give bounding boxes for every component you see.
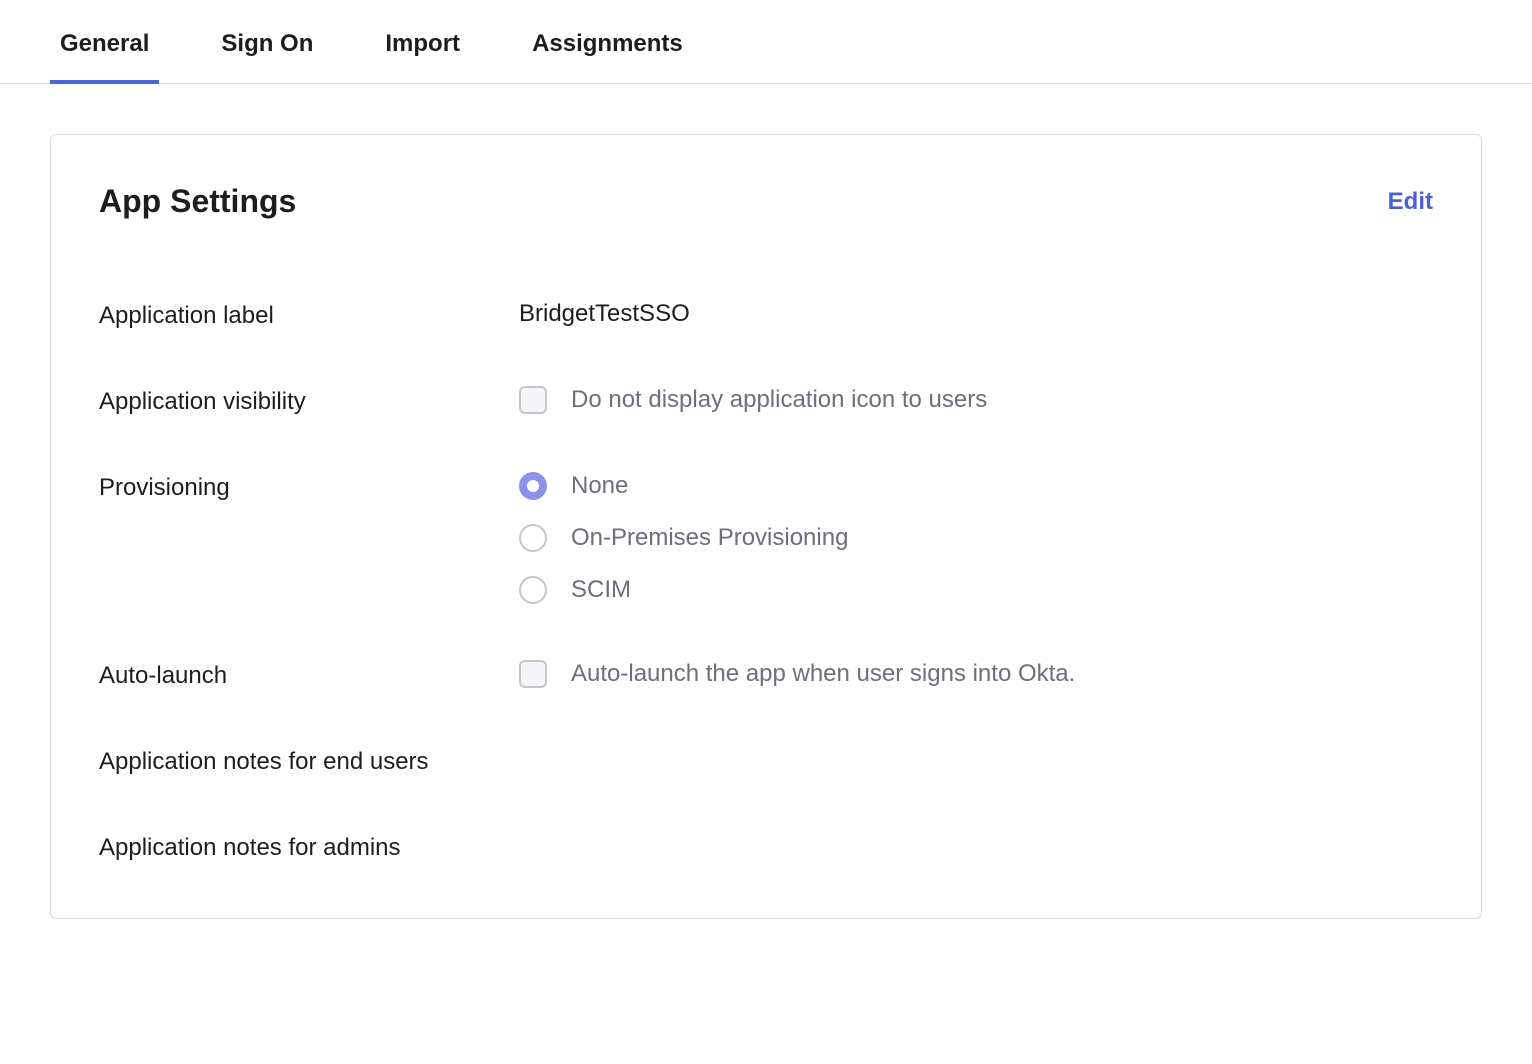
visibility-checkbox-row: Do not display application icon to users — [519, 386, 1433, 414]
row-provisioning: Provisioning None On-Premises Provisioni… — [99, 472, 1433, 604]
card-header: App Settings Edit — [99, 183, 1433, 220]
app-settings-card: App Settings Edit Application label Brid… — [50, 134, 1482, 919]
radio-on-premises[interactable] — [519, 524, 547, 552]
label-provisioning: Provisioning — [99, 472, 519, 502]
row-application-visibility: Application visibility Do not display ap… — [99, 386, 1433, 416]
row-notes-end-users: Application notes for end users — [99, 746, 1433, 776]
value-application-label: BridgetTestSSO — [519, 300, 1433, 328]
auto-launch-checkbox-label: Auto-launch the app when user signs into… — [571, 660, 1075, 688]
visibility-checkbox[interactable] — [519, 386, 547, 414]
tab-bar: General Sign On Import Assignments — [0, 0, 1532, 84]
label-notes-admins: Application notes for admins — [99, 832, 519, 862]
tab-sign-on[interactable]: Sign On — [211, 0, 323, 84]
radio-none[interactable] — [519, 472, 547, 500]
edit-button[interactable]: Edit — [1388, 188, 1433, 216]
visibility-checkbox-label: Do not display application icon to users — [571, 386, 987, 414]
label-notes-end-users: Application notes for end users — [99, 746, 519, 776]
radio-label-scim: SCIM — [571, 576, 631, 604]
row-auto-launch: Auto-launch Auto-launch the app when use… — [99, 660, 1433, 690]
tab-general[interactable]: General — [50, 0, 159, 84]
auto-launch-checkbox[interactable] — [519, 660, 547, 688]
label-application-visibility: Application visibility — [99, 386, 519, 416]
row-notes-admins: Application notes for admins — [99, 832, 1433, 862]
tab-import[interactable]: Import — [375, 0, 470, 84]
label-auto-launch: Auto-launch — [99, 660, 519, 690]
radio-scim[interactable] — [519, 576, 547, 604]
row-application-label: Application label BridgetTestSSO — [99, 300, 1433, 330]
provisioning-radio-group: None On-Premises Provisioning SCIM — [519, 472, 1433, 604]
provisioning-option-scim: SCIM — [519, 576, 1433, 604]
provisioning-option-none: None — [519, 472, 1433, 500]
radio-label-none: None — [571, 472, 628, 500]
provisioning-option-on-premises: On-Premises Provisioning — [519, 524, 1433, 552]
card-title: App Settings — [99, 183, 296, 220]
auto-launch-checkbox-row: Auto-launch the app when user signs into… — [519, 660, 1433, 688]
tab-assignments[interactable]: Assignments — [522, 0, 693, 84]
label-application-label: Application label — [99, 300, 519, 330]
radio-label-on-premises: On-Premises Provisioning — [571, 524, 848, 552]
